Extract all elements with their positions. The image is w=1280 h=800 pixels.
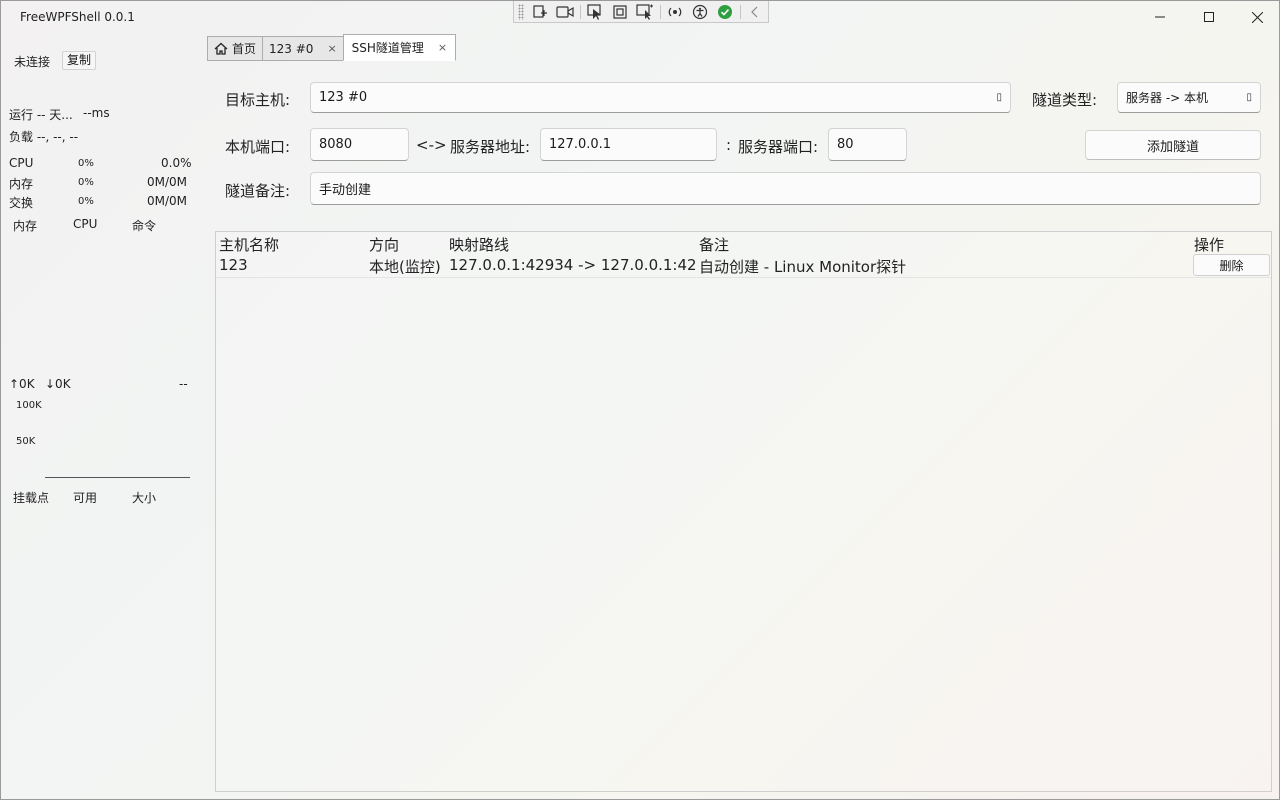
- latency-value: --ms: [83, 106, 110, 120]
- close-icon: [1251, 11, 1263, 23]
- tunnel-type-label: 隧道类型:: [1032, 91, 1098, 109]
- network-download: ↓0K: [45, 377, 71, 391]
- tab-ssh-tunnel-manager[interactable]: SSH隧道管理 ×: [342, 34, 457, 61]
- tab-session-label: 123 #0: [269, 41, 314, 56]
- network-scale-high: 100K: [16, 400, 42, 411]
- display-layout-adorners-icon[interactable]: [608, 2, 633, 22]
- network-interface[interactable]: --: [179, 377, 188, 391]
- toolbar-separator: [659, 4, 661, 19]
- minimize-button[interactable]: [1137, 1, 1183, 33]
- add-tunnel-button[interactable]: 添加隧道: [1085, 130, 1261, 160]
- toolbar-separator: [739, 4, 741, 19]
- delete-tunnel-button[interactable]: 删除: [1193, 254, 1270, 276]
- column-header-action[interactable]: 操作: [1194, 234, 1224, 255]
- home-icon: [214, 42, 228, 55]
- column-header-route[interactable]: 映射路线: [449, 234, 509, 255]
- column-header-note[interactable]: 备注: [699, 234, 729, 255]
- column-header-direction[interactable]: 方向: [369, 234, 399, 255]
- local-port-input[interactable]: 8080: [310, 128, 409, 161]
- debug-toolbar: [513, 1, 769, 23]
- tunnel-type-value: 服务器 -> 本机: [1126, 91, 1209, 105]
- column-header-host[interactable]: 主机名称: [219, 234, 279, 255]
- select-element-icon[interactable]: [583, 2, 608, 22]
- network-chart-baseline: [45, 477, 190, 478]
- copy-button[interactable]: 复制: [62, 51, 97, 70]
- app-window: FreeWPFShell 0.0.1 未连接 复制 运行 -- 天... --m…: [0, 0, 1280, 800]
- server-address-input[interactable]: 127.0.0.1: [540, 128, 717, 161]
- cpu-value: 0.0%: [161, 156, 192, 170]
- record-video-icon[interactable]: [553, 2, 578, 22]
- toolbar-separator: [579, 4, 581, 19]
- server-address-label: 服务器地址:: [450, 138, 531, 156]
- title-bar: FreeWPFShell 0.0.1: [1, 1, 1279, 33]
- cpu-percent: 0%: [78, 158, 94, 169]
- tab-bar: 首页 123 #0 × SSH隧道管理 ×: [207, 34, 457, 61]
- server-port-label: 服务器端口:: [738, 138, 819, 156]
- tab-ssh-tunnel-label: SSH隧道管理: [351, 41, 424, 55]
- maximize-button[interactable]: [1186, 1, 1232, 33]
- server-port-value: 80: [837, 137, 854, 152]
- collapse-toolbar-chevron-icon[interactable]: [743, 2, 768, 22]
- local-port-label: 本机端口:: [225, 138, 291, 156]
- bidirectional-arrow-text: <->: [416, 136, 447, 154]
- disk-header-available[interactable]: 可用: [73, 489, 97, 506]
- local-port-value: 8080: [319, 137, 353, 152]
- tab-close-icon[interactable]: ×: [438, 41, 447, 54]
- row-direction: 本地(监控): [369, 258, 441, 276]
- toolbar-grip-icon[interactable]: [518, 3, 524, 20]
- window-title: FreeWPFShell 0.0.1: [20, 10, 135, 24]
- binding-failures-icon[interactable]: [663, 2, 688, 22]
- row-route: 127.0.0.1:42934 -> 127.0.0.1:42934: [449, 256, 695, 274]
- connection-status: 未连接: [14, 55, 51, 69]
- close-window-button[interactable]: [1234, 1, 1280, 33]
- tab-home-label: 首页: [232, 42, 257, 56]
- dropdown-icon: ▯: [1246, 92, 1252, 103]
- disk-header-size[interactable]: 大小: [132, 489, 156, 506]
- address-port-separator: :: [726, 136, 732, 154]
- track-focused-element-icon[interactable]: [633, 2, 658, 22]
- tab-session-123[interactable]: 123 #0 ×: [262, 36, 344, 61]
- swap-label: 交换: [9, 196, 34, 210]
- memory-value: 0M/0M: [147, 175, 188, 189]
- tunnel-note-label: 隧道备注:: [225, 182, 291, 200]
- uptime-label: 运行 -- 天...: [9, 108, 73, 122]
- cpu-label: CPU: [9, 156, 34, 170]
- server-address-value: 127.0.0.1: [549, 137, 612, 152]
- row-divider: [216, 277, 1271, 278]
- hot-reload-check-icon[interactable]: [713, 2, 738, 22]
- swap-percent: 0%: [78, 196, 94, 207]
- tab-close-icon[interactable]: ×: [327, 42, 336, 55]
- memory-percent: 0%: [78, 177, 94, 188]
- swap-value: 0M/0M: [147, 194, 188, 208]
- target-host-value: 123 #0: [319, 90, 368, 105]
- disk-header-mount[interactable]: 挂载点: [13, 489, 49, 506]
- live-visual-tree-icon[interactable]: [528, 2, 553, 22]
- target-host-label: 目标主机:: [225, 91, 291, 109]
- server-status-panel: 未连接 复制 运行 -- 天... --ms 负载 --, --, -- CPU…: [1, 33, 201, 799]
- row-note: 自动创建 - Linux Monitor探针: [699, 258, 907, 276]
- tab-home[interactable]: 首页: [207, 36, 264, 61]
- network-upload: ↑0K: [9, 377, 35, 391]
- process-header-command[interactable]: 命令: [132, 217, 156, 234]
- target-host-combobox[interactable]: 123 #0 ▯: [310, 82, 1011, 113]
- tunnel-note-input[interactable]: 手动创建: [310, 172, 1261, 205]
- network-scale-mid: 50K: [16, 436, 36, 447]
- row-host: 123: [219, 256, 248, 274]
- accessibility-icon[interactable]: [688, 2, 713, 22]
- process-header-memory[interactable]: 内存: [13, 217, 37, 234]
- tunnel-note-value: 手动创建: [319, 183, 372, 198]
- tunnel-table: 主机名称 方向 映射路线 备注 操作 123 本地(监控) 127.0.0.1:…: [215, 231, 1272, 792]
- tunnel-type-combobox[interactable]: 服务器 -> 本机 ▯: [1117, 82, 1261, 113]
- maximize-icon: [1204, 12, 1214, 22]
- minimize-icon: [1155, 16, 1165, 18]
- load-average: 负载 --, --, --: [9, 130, 79, 144]
- dropdown-icon: ▯: [996, 92, 1002, 103]
- process-header-cpu[interactable]: CPU: [73, 217, 97, 231]
- memory-label: 内存: [9, 177, 34, 191]
- server-port-input[interactable]: 80: [828, 128, 907, 161]
